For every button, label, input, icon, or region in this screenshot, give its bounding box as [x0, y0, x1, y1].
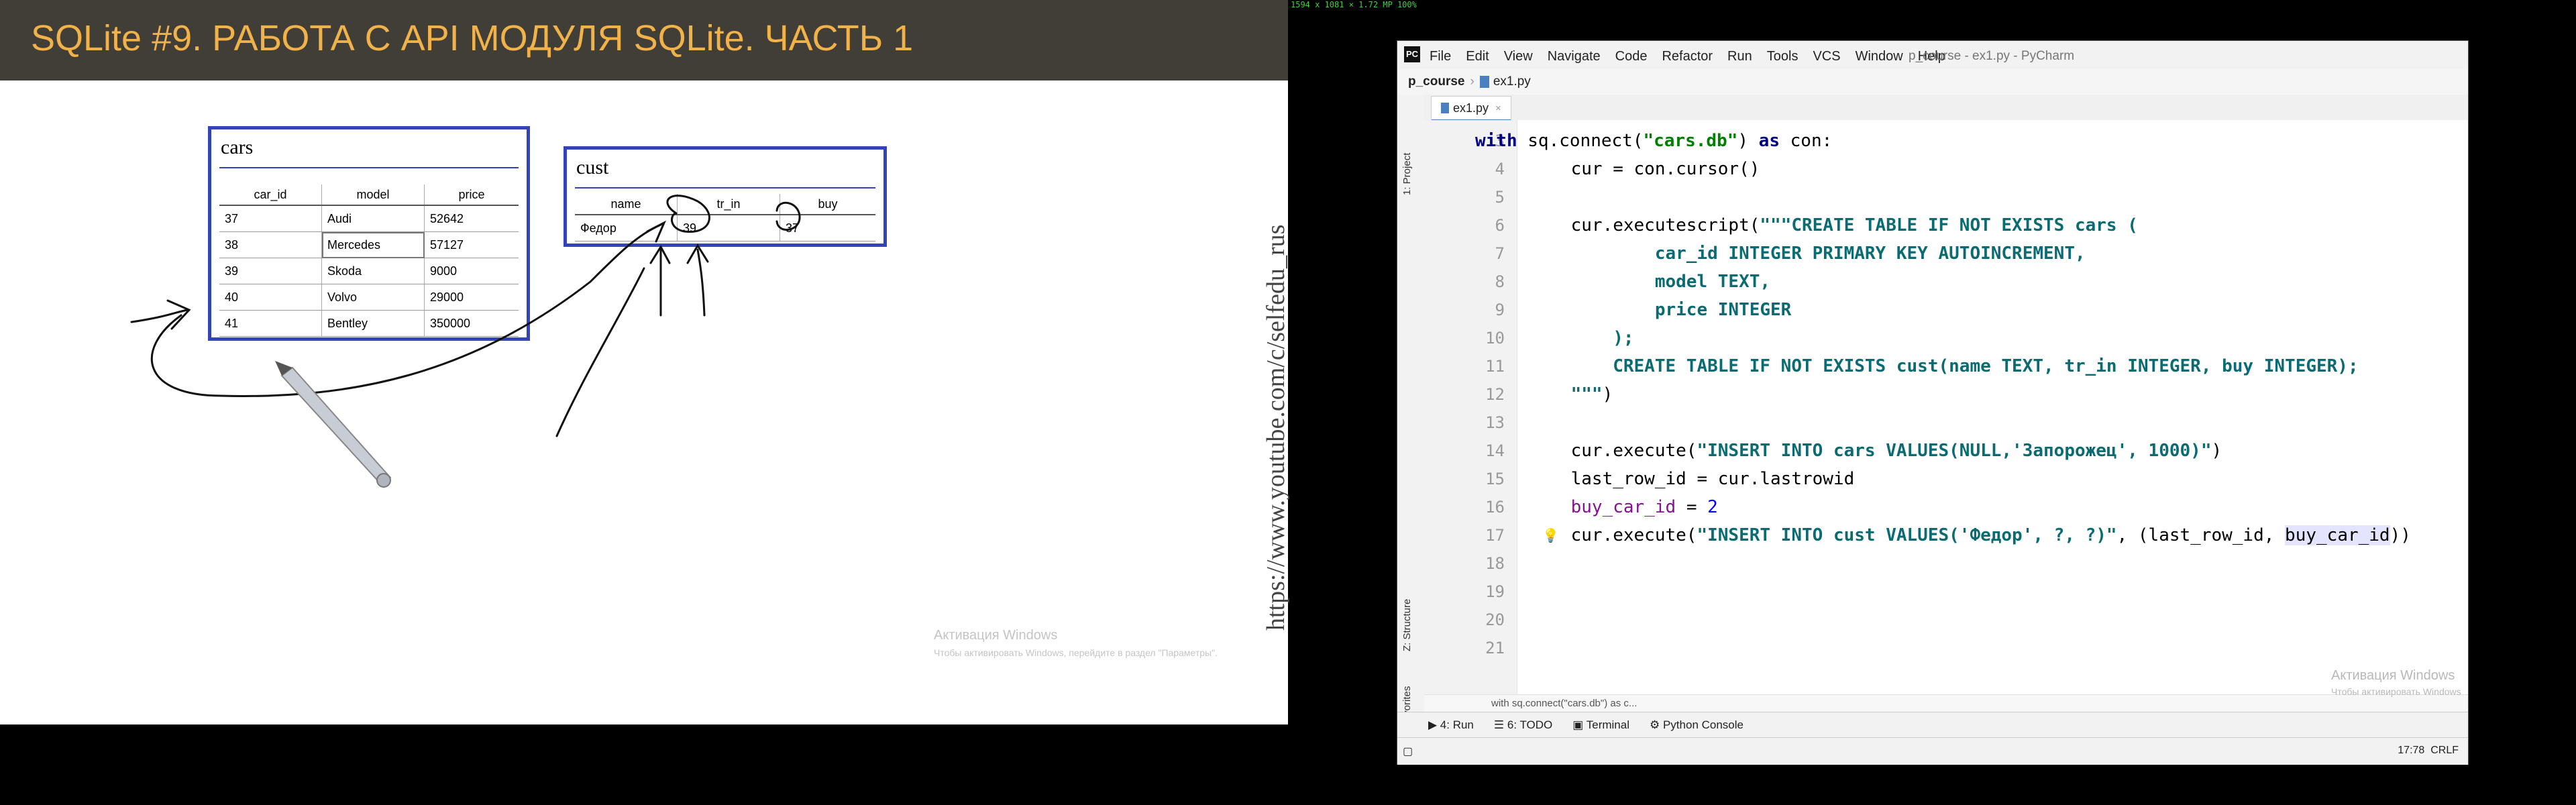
- nav-project[interactable]: p_course: [1408, 74, 1464, 89]
- watermark-line-1: Активация Windows: [2331, 668, 2455, 683]
- nav-file[interactable]: ex1.py: [1493, 74, 1531, 89]
- window-title: p_course - ex1.py - PyCharm: [1909, 49, 2075, 63]
- run-tool-button[interactable]: ▶ 4: Run: [1428, 718, 1474, 732]
- windows-activation-watermark: Активация Windows Чтобы активировать Win…: [934, 628, 1218, 658]
- curve-to-cust: [150, 223, 662, 397]
- code-line[interactable]: 20: [1424, 606, 2468, 634]
- caret-position[interactable]: 17:78 CRLF: [2398, 745, 2459, 757]
- editor-tab-ex1[interactable]: ex1.py ×: [1431, 96, 1511, 121]
- menu-run[interactable]: Run: [1727, 49, 1752, 64]
- tab-label: ex1.py: [1453, 101, 1489, 115]
- line-number: 16: [1485, 498, 1505, 517]
- line-number: 14: [1485, 441, 1505, 460]
- code-line[interactable]: 3 with sq.connect("cars.db") as con:: [1424, 127, 2468, 155]
- code-line[interactable]: 19: [1424, 578, 2468, 606]
- navigation-bar: p_course › ex1.py: [1397, 69, 2468, 95]
- close-tab-icon[interactable]: ×: [1495, 103, 1501, 114]
- code-lines: 3 with sq.connect("cars.db") as con: 4 cu…: [1424, 127, 2468, 662]
- code-line[interactable]: 12 """): [1424, 380, 2468, 409]
- watermark-line-2: Чтобы активировать Windows, перейдите в …: [934, 647, 1218, 658]
- presentation-slide: SQLite #9. РАБОТА С API МОДУЛЯ SQLite. Ч…: [0, 0, 1288, 724]
- terminal-tool-label: Terminal: [1586, 718, 1629, 731]
- code-line[interactable]: 16 buy_car_id = 2: [1424, 493, 2468, 521]
- menu-list: File Edit View Navigate Code Refactor Ru…: [1430, 49, 1945, 64]
- line-number: 10: [1485, 329, 1505, 347]
- handwritten-annotations: [130, 195, 801, 488]
- code-line[interactable]: 17 💡 cur.execute("INSERT INTO cust VALUES…: [1424, 521, 2468, 549]
- circle-tr-in: [666, 195, 710, 233]
- pycharm-window: PC File Edit View Navigate Code Refactor…: [1397, 40, 2469, 765]
- line-number: 13: [1485, 413, 1505, 432]
- screen-capture-info: 1594 x 1081 × 1.72 MP 100%: [1291, 0, 1417, 9]
- menu-bar: PC File Edit View Navigate Code Refactor…: [1397, 41, 2468, 70]
- code-line[interactable]: 5: [1424, 183, 2468, 211]
- line-number: 15: [1485, 470, 1505, 488]
- tool-window-bar: ▶ 4: Run ☰ 6: TODO ▣ Terminal ⚙ Python C…: [1397, 712, 2468, 738]
- editor-breadcrumb[interactable]: with sq.connect("cars.db") as c...: [1424, 694, 2468, 712]
- arrow-up-2: [696, 248, 706, 317]
- menu-tools[interactable]: Tools: [1767, 49, 1799, 64]
- line-number: 5: [1495, 188, 1505, 207]
- watermark-line-1: Активация Windows: [934, 628, 1058, 643]
- python-file-icon: [1441, 103, 1449, 113]
- code-line[interactable]: 6 cur.executescript("""CREATE TABLE IF N…: [1424, 211, 2468, 239]
- nav-separator: ›: [1470, 74, 1474, 89]
- line-number: 18: [1485, 554, 1505, 573]
- stylus-pen-icon: [275, 361, 392, 488]
- terminal-tool-button[interactable]: ▣ Terminal: [1572, 718, 1629, 732]
- menu-navigate[interactable]: Navigate: [1548, 49, 1601, 64]
- code-line[interactable]: 15 last_row_id = cur.lastrowid: [1424, 465, 2468, 493]
- python-file-icon: [1479, 76, 1489, 88]
- menu-code[interactable]: Code: [1615, 49, 1648, 64]
- line-number: 11: [1485, 357, 1505, 376]
- arrowhead-curve: [646, 220, 667, 243]
- left-tool-strip: 1: Project Z: Structure 2: Favorites: [1397, 95, 1425, 739]
- line-number: 8: [1495, 272, 1505, 291]
- pycharm-logo-icon: PC: [1404, 46, 1420, 62]
- menu-vcs[interactable]: VCS: [1813, 49, 1840, 64]
- windows-activation-watermark: Активация Windows Чтобы активировать Win…: [2331, 668, 2461, 697]
- python-console-button[interactable]: ⚙ Python Console: [1650, 718, 1743, 732]
- line-number: 12: [1485, 385, 1505, 404]
- menu-file[interactable]: File: [1430, 49, 1451, 64]
- layout-icon[interactable]: ▢: [1403, 745, 1413, 758]
- code-line[interactable]: 14 cur.execute("INSERT INTO cars VALUES(…: [1424, 437, 2468, 465]
- python-console-label: Python Console: [1662, 718, 1743, 731]
- line-number: 7: [1495, 244, 1505, 263]
- todo-tool-button[interactable]: ☰ 6: TODO: [1494, 718, 1552, 732]
- todo-tool-label: 6: TODO: [1507, 718, 1553, 731]
- code-line[interactable]: 8 model TEXT,: [1424, 268, 2468, 296]
- watermark-line-2: Чтобы активировать Windows: [2331, 686, 2461, 697]
- status-bar: ▢ 17:78 CRLF: [1397, 737, 2468, 765]
- run-tool-label: 4: Run: [1440, 718, 1474, 731]
- line-number: 20: [1485, 610, 1505, 629]
- line-number: 4: [1495, 160, 1505, 178]
- code-editor[interactable]: 3 with sq.connect("cars.db") as con: 4 cu…: [1424, 120, 2468, 694]
- arrow-line-lower: [555, 267, 645, 437]
- code-line[interactable]: 13: [1424, 409, 2468, 437]
- code-line[interactable]: 11 CREATE TABLE IF NOT EXISTS cust(name …: [1424, 352, 2468, 380]
- editor-tab-bar: ex1.py ×: [1424, 95, 2468, 121]
- line-number: 9: [1495, 301, 1505, 319]
- code-line[interactable]: 7 car_id INTEGER PRIMARY KEY AUTOINCREME…: [1424, 239, 2468, 268]
- menu-window[interactable]: Window: [1856, 49, 1903, 64]
- code-line[interactable]: 4 cur = con.cursor(): [1424, 155, 2468, 183]
- circle-buy: [775, 201, 801, 231]
- menu-view[interactable]: View: [1504, 49, 1533, 64]
- line-number: 21: [1485, 639, 1505, 657]
- line-number: 17: [1485, 526, 1505, 545]
- code-line[interactable]: 21: [1424, 634, 2468, 662]
- line-number: 6: [1495, 216, 1505, 235]
- line-number: 19: [1485, 582, 1505, 601]
- code-line[interactable]: 10 );: [1424, 324, 2468, 352]
- code-line[interactable]: 9 price INTEGER: [1424, 296, 2468, 324]
- caret-position-value: 17:78: [2398, 745, 2425, 756]
- structure-tool-tab[interactable]: Z: Structure: [1401, 599, 1413, 651]
- menu-edit[interactable]: Edit: [1466, 49, 1489, 64]
- menu-refactor[interactable]: Refactor: [1662, 49, 1713, 64]
- line-separator: CRLF: [2430, 745, 2459, 756]
- code-line[interactable]: 18: [1424, 549, 2468, 578]
- youtube-channel-url: https://www.youtube.com/c/selfedu_rus: [1262, 224, 1290, 631]
- project-tool-tab[interactable]: 1: Project: [1401, 153, 1413, 195]
